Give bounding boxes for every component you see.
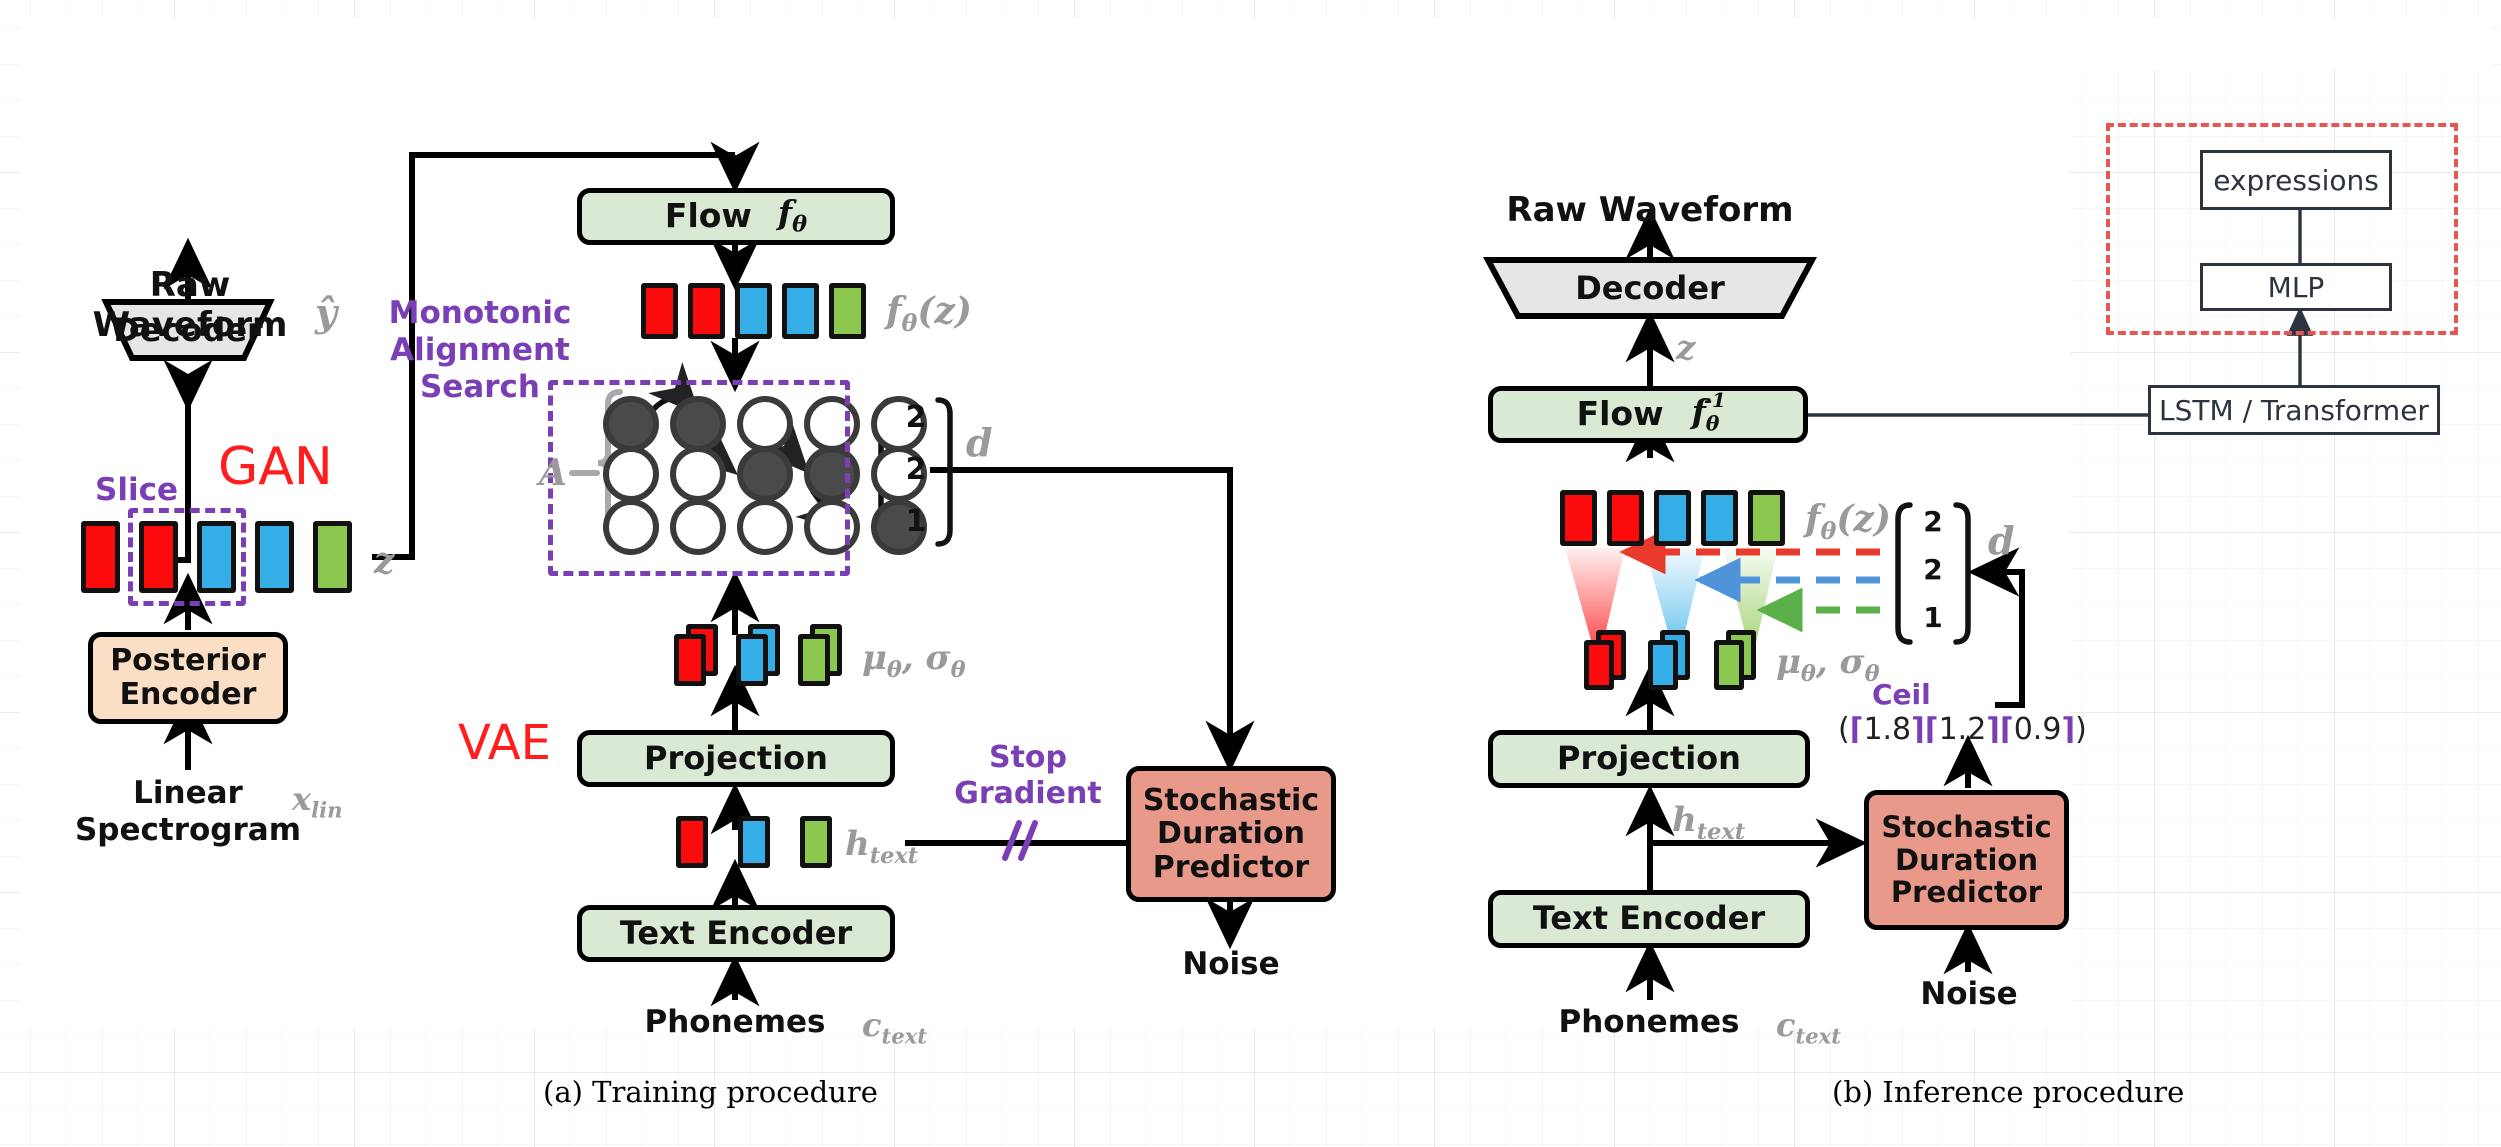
inference-fz-token-3 (1701, 490, 1738, 546)
htext-token-0 (676, 816, 708, 868)
mlp-node[interactable]: MLP (2200, 263, 2392, 311)
musigma-token-2-front (798, 634, 830, 686)
sdp-line3-inference: Predictor (1890, 875, 2043, 910)
stop-gradient-line1: Stop (988, 740, 1068, 775)
flow-symbol-training: fθ (777, 193, 808, 238)
expressions-node[interactable]: expressions (2200, 150, 2392, 210)
stochastic-duration-predictor-node-inference[interactable]: Stochastic Duration Predictor (1864, 790, 2069, 930)
y-hat-symbol: ŷ (315, 290, 338, 335)
x-lin-symbol: xlin (292, 780, 343, 823)
sdp-line2-training: Duration (1157, 816, 1305, 852)
text-encoder-node-inference[interactable]: Text Encoder (1488, 890, 1810, 948)
caption-inference: (b) Inference procedure (1832, 1075, 2185, 1109)
d-symbol-training: d (966, 420, 993, 465)
latent-token-4 (313, 521, 352, 593)
caption-training: (a) Training procedure (543, 1075, 878, 1109)
text-encoder-node-training[interactable]: Text Encoder (577, 905, 895, 962)
ceil-value-0: 1.8 (1863, 712, 1912, 747)
flow-node-training[interactable]: Flow fθ (577, 188, 895, 245)
latent-token-1 (139, 521, 178, 593)
posterior-encoder-line1: Posterior (110, 643, 266, 679)
sdp-line1-inference: Stochastic (1881, 810, 2052, 845)
htext-token-2 (800, 816, 832, 868)
inference-musigma-token-2-front (1714, 640, 1744, 690)
htext-symbol-inference: htext (1672, 800, 1746, 845)
z-symbol-training: z (374, 540, 395, 582)
noise-label-training: Noise (1182, 946, 1280, 982)
linear-spectrogram-line2: Spectrogram (74, 812, 302, 849)
c-text-symbol-training: ctext (862, 1006, 928, 1049)
decoder-label-inference: Decoder (1575, 269, 1725, 307)
mas-line1: Monotonic (388, 295, 572, 331)
linear-spectrogram-label: Linear Spectrogram (48, 775, 328, 849)
alignment-matrix-label: A (539, 452, 567, 494)
flow-node-inference[interactable]: Flow f -1 θ (1488, 386, 1808, 443)
stop-gradient-line2: Gradient (954, 776, 1102, 811)
slice-label: Slice (95, 472, 178, 508)
musigma-token-1-front (736, 634, 768, 686)
raw-waveform-line1: Raw (149, 265, 231, 305)
d-value-1: 2 (905, 452, 927, 487)
inference-d-value-1: 2 (1923, 553, 1943, 586)
d-value-2: 1 (905, 504, 927, 539)
mas-dashed-region (548, 380, 850, 576)
musigma-token-0-front (674, 634, 706, 686)
gan-label: GAN (218, 437, 333, 497)
vae-label: VAE (458, 715, 551, 771)
lstm-transformer-node[interactable]: LSTM / Transformer (2148, 385, 2440, 435)
latent-token-2 (197, 521, 236, 593)
ceil-expression: (⌈1.8⌉⌈1.2⌉⌈0.9⌉) (1838, 712, 2087, 747)
musigma-symbol-inference: μθ, σθ (1776, 642, 1880, 687)
flow-symbol-inference: f -1 θ (1691, 388, 1726, 436)
d-value-0: 2 (905, 400, 927, 435)
fz-token-1 (688, 283, 725, 339)
decoder-label-training: Decoder (113, 311, 263, 349)
ceil-value-2: 0.9 (2013, 712, 2062, 747)
phonemes-label-inference: Phonemes (1558, 1004, 1740, 1040)
latent-token-3 (255, 521, 294, 593)
linear-spectrogram-line1: Linear (133, 775, 243, 811)
posterior-encoder-node[interactable]: Posterior Encoder (88, 632, 288, 724)
inference-d-value-0: 2 (1923, 505, 1943, 538)
fz-symbol-inference: fθ(z) (1805, 498, 1891, 546)
inference-fz-token-2 (1654, 490, 1691, 546)
inference-musigma-token-0-front (1584, 640, 1614, 690)
posterior-encoder-line2: Encoder (119, 677, 257, 712)
sdp-line3-training: Predictor (1152, 849, 1310, 885)
inference-d-value-2: 1 (1923, 601, 1943, 634)
z-symbol-inference: z (1676, 328, 1696, 368)
inference-fz-token-1 (1607, 490, 1644, 546)
phonemes-label-training: Phonemes (644, 1004, 826, 1040)
ceil-label: Ceil (1872, 678, 1931, 711)
flow-label-training: Flow (664, 196, 752, 236)
htext-symbol-training: htext (845, 824, 919, 869)
fz-token-0 (641, 283, 678, 339)
inference-musigma-token-1-front (1648, 640, 1678, 690)
sdp-line2-inference: Duration (1895, 842, 2038, 877)
ceil-value-1: 1.2 (1938, 712, 1987, 747)
noise-label-inference: Noise (1920, 976, 2018, 1012)
flow-label-inference: Flow (1576, 394, 1664, 434)
c-text-symbol-inference: ctext (1776, 1006, 1842, 1049)
fz-token-3 (782, 283, 819, 339)
projection-node-inference[interactable]: Projection (1488, 730, 1810, 788)
d-symbol-inference: d (1988, 518, 2015, 563)
inference-fz-token-4 (1748, 490, 1785, 546)
fz-token-2 (735, 283, 772, 339)
mas-line2: Alignment (390, 332, 570, 369)
sdp-line1-training: Stochastic (1142, 782, 1320, 818)
raw-waveform-label-inference: Raw Waveform (1506, 190, 1794, 230)
fz-symbol-training: fθ(z) (886, 290, 972, 338)
stop-gradient-label: Stop Gradient (938, 740, 1118, 812)
musigma-symbol-training: μθ, σθ (862, 638, 966, 683)
fz-token-4 (829, 283, 866, 339)
latent-token-0 (81, 521, 120, 593)
htext-token-1 (738, 816, 770, 868)
stochastic-duration-predictor-node-training[interactable]: Stochastic Duration Predictor (1126, 766, 1336, 902)
inference-fz-token-0 (1560, 490, 1597, 546)
projection-node-training[interactable]: Projection (577, 730, 895, 787)
